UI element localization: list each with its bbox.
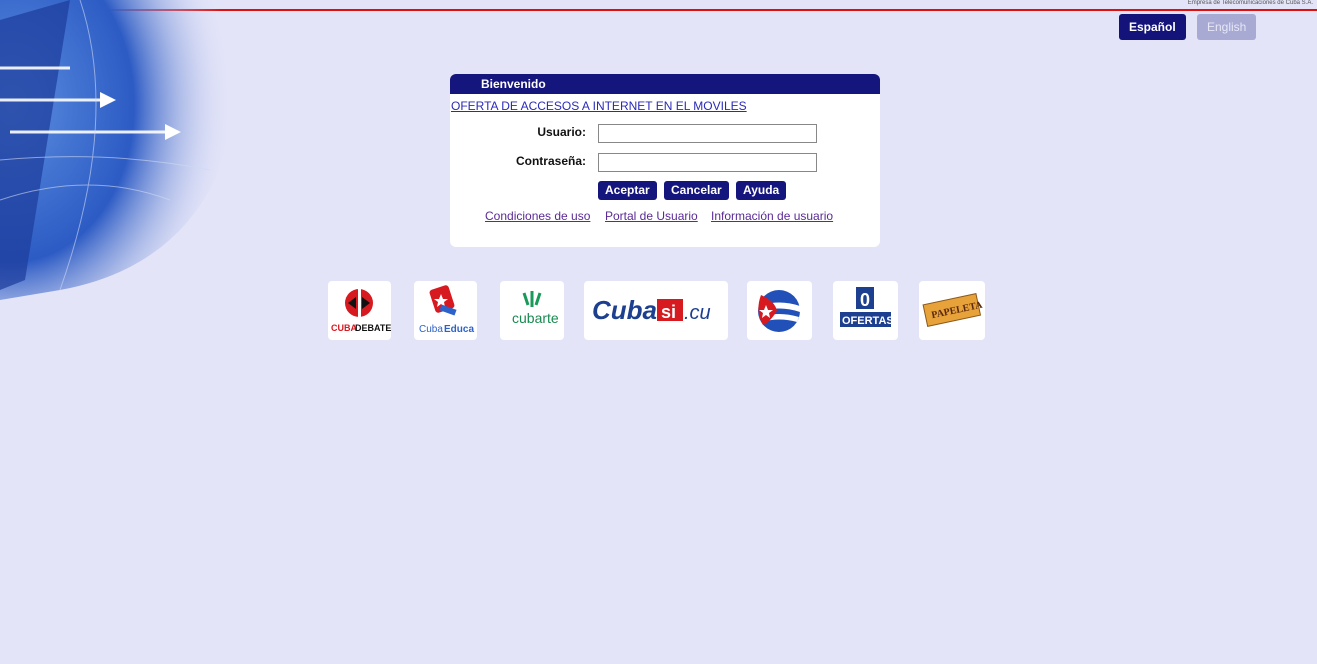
username-label: Usuario: (537, 125, 586, 139)
svg-text:si: si (661, 302, 676, 322)
svg-text:.cu: .cu (684, 302, 711, 324)
company-tagline: Empresa de Telecomunicaciones de Cuba S.… (1187, 0, 1313, 6)
svg-text:DEBATE: DEBATE (355, 323, 391, 333)
cancel-button[interactable]: Cancelar (664, 181, 729, 200)
language-spanish-button[interactable]: Español (1119, 14, 1186, 40)
svg-text:OFERTAS: OFERTAS (842, 315, 894, 327)
panel-title: Bienvenido (450, 74, 880, 94)
svg-text:CUBA: CUBA (331, 323, 357, 333)
papeleta-logo[interactable]: PAPELETA (919, 281, 985, 340)
svg-text:Educa: Educa (444, 324, 474, 335)
globe-banner (0, 0, 234, 300)
terms-link[interactable]: Condiciones de uso (485, 209, 590, 223)
user-info-link[interactable]: Información de usuario (711, 209, 833, 223)
cubasi-logo[interactable]: Cuba si .cu (584, 281, 728, 340)
login-panel: Bienvenido OFERTA DE ACCESOS A INTERNET … (450, 74, 880, 247)
svg-text:0: 0 (860, 290, 870, 310)
user-portal-link[interactable]: Portal de Usuario (605, 209, 698, 223)
ofertas-logo[interactable]: 0 OFERTAS (833, 281, 898, 340)
cubaeduca-logo[interactable]: Cuba Educa (414, 281, 477, 340)
language-english-button[interactable]: English (1197, 14, 1257, 40)
svg-text:Cuba: Cuba (419, 324, 443, 335)
offer-link[interactable]: OFERTA DE ACCESOS A INTERNET EN EL MOVIL… (451, 99, 747, 113)
password-input[interactable] (598, 153, 817, 172)
cubadebate-logo[interactable]: CUBA DEBATE (328, 281, 391, 340)
username-input[interactable] (598, 124, 817, 143)
svg-text:cubarte: cubarte (512, 310, 559, 326)
help-button[interactable]: Ayuda (736, 181, 787, 200)
cuba-flag-logo[interactable] (747, 281, 812, 340)
accept-button[interactable]: Aceptar (598, 181, 657, 200)
svg-text:Cuba: Cuba (592, 295, 657, 325)
password-label: Contraseña: (515, 154, 586, 168)
cubarte-logo[interactable]: cubarte (500, 281, 564, 340)
